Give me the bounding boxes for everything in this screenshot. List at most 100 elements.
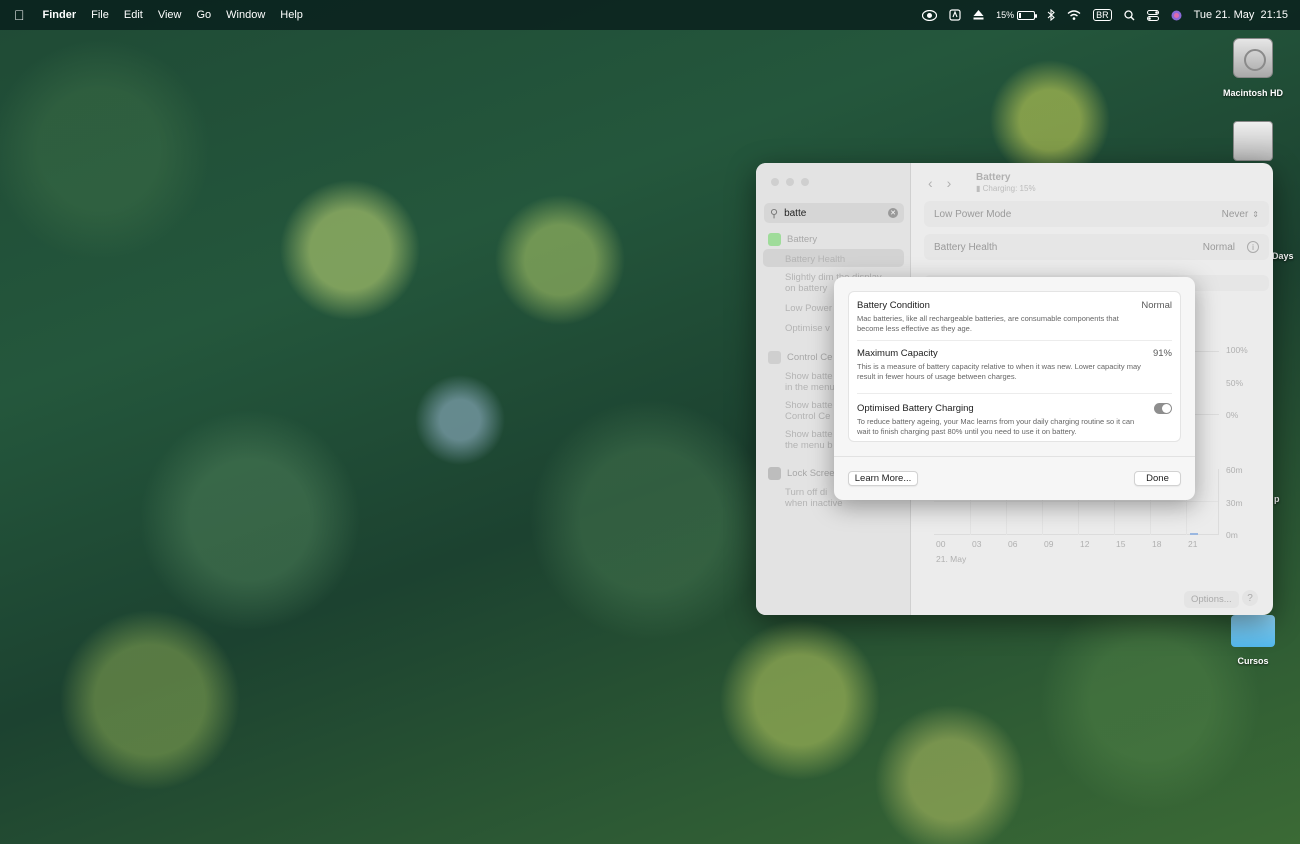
sidebar-item-battery[interactable]: Battery bbox=[768, 233, 817, 246]
sidebar-result-optimise[interactable]: Optimise v bbox=[785, 323, 830, 334]
battery-status[interactable]: 15% bbox=[996, 10, 1038, 20]
eject-icon[interactable] bbox=[973, 10, 984, 20]
screen-share-icon[interactable] bbox=[922, 9, 938, 21]
sidebar-result-show-battery-3[interactable]: Show batte the menu b bbox=[785, 429, 833, 451]
menu-window[interactable]: Window bbox=[226, 9, 265, 21]
desktop-icon-cursos[interactable]: Cursos bbox=[1228, 615, 1278, 666]
pane-title: Battery bbox=[976, 172, 1011, 183]
close-button[interactable] bbox=[771, 178, 779, 186]
minimize-button[interactable] bbox=[786, 178, 794, 186]
search-input[interactable]: batte bbox=[784, 208, 806, 219]
y-tick-label: 0m bbox=[1226, 530, 1238, 540]
desktop-icon-label: Macintosh HD bbox=[1222, 88, 1283, 98]
wifi-icon[interactable] bbox=[1067, 10, 1081, 20]
options-button[interactable]: Options... bbox=[1184, 591, 1239, 608]
x-tick-label: 15 bbox=[1116, 539, 1126, 549]
optimised-charging-row: Optimised Battery Charging To reduce bat… bbox=[849, 403, 1180, 437]
divider bbox=[857, 393, 1172, 394]
app-status-icon[interactable] bbox=[949, 9, 961, 21]
stepper-arrows-icon: ⇕ bbox=[1252, 209, 1259, 219]
result-line: Show batte bbox=[785, 429, 833, 440]
control-centre-setting-icon bbox=[768, 351, 781, 364]
battery-setting-icon bbox=[768, 233, 781, 246]
x-tick-label: 09 bbox=[1044, 539, 1054, 549]
sidebar-item-control-centre[interactable]: Control Ce bbox=[768, 351, 832, 364]
siri-icon[interactable] bbox=[1171, 10, 1182, 21]
settings-search-field[interactable]: ⚲ batte ✕ bbox=[764, 203, 904, 223]
sidebar-item-label: Control Ce bbox=[787, 352, 833, 363]
menu-app-finder[interactable]: Finder bbox=[43, 9, 77, 21]
y-tick-label: 100% bbox=[1226, 345, 1248, 355]
optimised-charging-title: Optimised Battery Charging bbox=[857, 403, 974, 414]
low-power-mode-select[interactable]: Never ⇕ bbox=[1222, 209, 1259, 220]
battery-icon bbox=[1017, 10, 1038, 20]
menu-edit[interactable]: Edit bbox=[124, 9, 143, 21]
result-line: when inactive bbox=[785, 498, 843, 509]
low-power-mode-label: Low Power Mode bbox=[934, 208, 1012, 220]
desktop-edge-label-p[interactable]: p bbox=[1274, 494, 1280, 504]
desktop-icon-macintosh-hd[interactable]: Macintosh HD bbox=[1220, 38, 1286, 98]
result-line: Control Ce bbox=[785, 411, 831, 422]
y-tick-label: 0% bbox=[1226, 410, 1239, 420]
battery-health-dialog: Battery Condition Normal Mac batteries, … bbox=[834, 277, 1195, 500]
external-drive-icon bbox=[1233, 121, 1273, 161]
sidebar-item-lock-screen[interactable]: Lock Scree bbox=[768, 467, 835, 480]
optimised-charging-description: To reduce battery ageing, your Mac learn… bbox=[857, 417, 1135, 436]
folder-icon bbox=[1231, 615, 1275, 647]
help-button[interactable]: ? bbox=[1242, 590, 1258, 606]
sidebar-result-show-battery-1[interactable]: Show batte in the menu bbox=[785, 371, 835, 393]
menu-help[interactable]: Help bbox=[280, 9, 303, 21]
battery-health-row: Battery Health Normal i bbox=[924, 234, 1269, 260]
charging-battery-icon: ▮ bbox=[976, 184, 981, 193]
pane-subtitle: ▮ Charging: 15% bbox=[976, 184, 1036, 193]
battery-health-value: Normal bbox=[1202, 241, 1235, 253]
desktop-icon-external-drive[interactable] bbox=[1232, 121, 1274, 161]
x-tick-label: 18 bbox=[1152, 539, 1162, 549]
desktop-icon-label: Cursos bbox=[1237, 656, 1269, 666]
sidebar-result-battery-health[interactable]: Battery Health bbox=[785, 254, 845, 265]
back-icon[interactable]: ‹ bbox=[928, 175, 933, 191]
battery-percent: 15% bbox=[996, 10, 1015, 20]
menu-file[interactable]: File bbox=[91, 9, 109, 21]
optimised-charging-toggle[interactable] bbox=[1154, 403, 1172, 414]
result-line: the menu b bbox=[785, 440, 833, 451]
forward-icon[interactable]: › bbox=[947, 175, 952, 191]
spotlight-icon[interactable] bbox=[1123, 9, 1135, 21]
control-center-icon[interactable] bbox=[1146, 9, 1159, 21]
divider bbox=[857, 340, 1172, 341]
keyboard-layout-badge[interactable]: BR bbox=[1093, 9, 1112, 21]
battery-condition-title: Battery Condition bbox=[857, 300, 930, 311]
bluetooth-icon[interactable] bbox=[1047, 9, 1055, 21]
clock[interactable]: Tue 21. May 21:15 bbox=[1194, 9, 1288, 21]
apple-icon[interactable]:  bbox=[14, 7, 25, 23]
y-tick-label: 60m bbox=[1226, 465, 1243, 475]
menu-go[interactable]: Go bbox=[196, 9, 211, 21]
result-line: in the menu bbox=[785, 382, 835, 393]
chart-date-label: 21. May bbox=[936, 554, 967, 564]
sidebar-item-label: Battery bbox=[787, 234, 818, 245]
x-tick-label: 12 bbox=[1080, 539, 1090, 549]
charging-status: Charging: 15% bbox=[982, 184, 1036, 193]
x-tick-label: 06 bbox=[1008, 539, 1018, 549]
low-power-mode-value: Never bbox=[1221, 208, 1249, 220]
maximum-capacity-title: Maximum Capacity bbox=[857, 348, 938, 359]
zoom-button[interactable] bbox=[801, 178, 809, 186]
y-tick-label: 30m bbox=[1226, 498, 1243, 508]
sidebar-result-low-power[interactable]: Low Power bbox=[785, 303, 832, 314]
x-tick-label: 03 bbox=[972, 539, 982, 549]
maximum-capacity-description: This is a measure of battery capacity re… bbox=[857, 362, 1141, 381]
maximum-capacity-value: 91% bbox=[1152, 348, 1172, 359]
menu-view[interactable]: View bbox=[158, 9, 182, 21]
navigation-arrows: ‹ › bbox=[928, 175, 965, 191]
done-button[interactable]: Done bbox=[1134, 471, 1181, 486]
battery-condition-row: Battery Condition Normal Mac batteries, … bbox=[849, 300, 1180, 334]
desktop-edge-label-days[interactable]: Days bbox=[1272, 251, 1294, 261]
sidebar-result-show-battery-2[interactable]: Show batte Control Ce bbox=[785, 400, 833, 422]
x-tick-label: 00 bbox=[936, 539, 946, 549]
clear-search-icon[interactable]: ✕ bbox=[888, 208, 898, 218]
low-power-mode-row: Low Power Mode Never ⇕ bbox=[924, 201, 1269, 227]
battery-health-card: Battery Condition Normal Mac batteries, … bbox=[848, 291, 1181, 442]
divider bbox=[834, 456, 1195, 457]
learn-more-button[interactable]: Learn More... bbox=[848, 471, 918, 486]
info-icon[interactable]: i bbox=[1247, 241, 1259, 253]
